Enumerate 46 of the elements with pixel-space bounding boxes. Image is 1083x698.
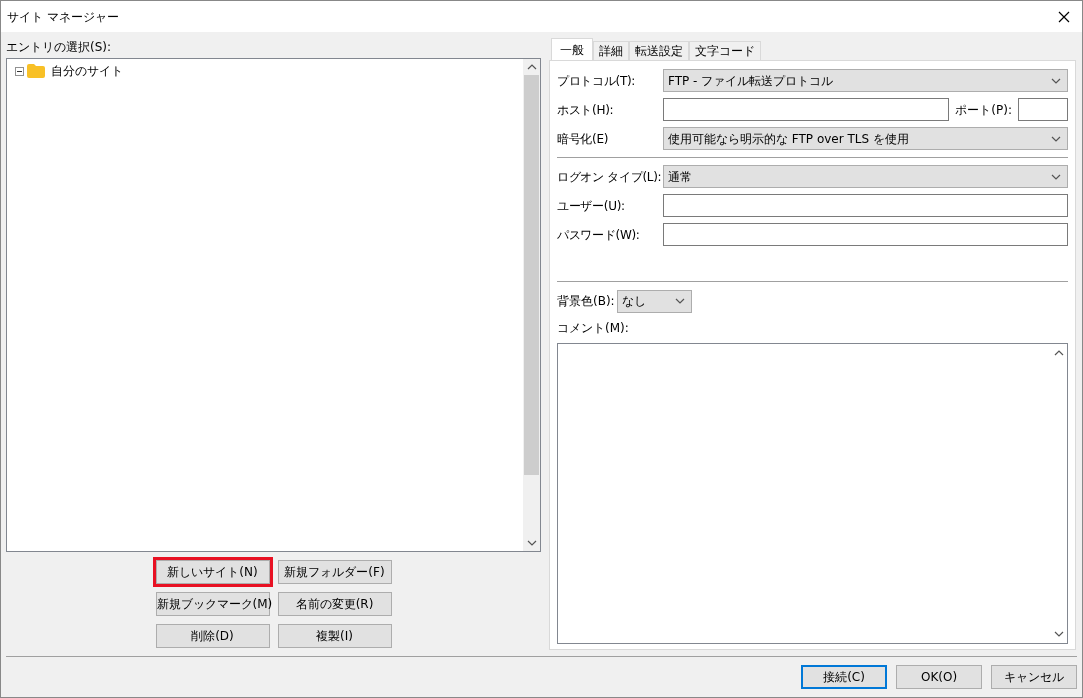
field-label: パスワード(W):	[557, 226, 641, 244]
field-label: ログオン タイプ(L):	[557, 168, 663, 186]
action-button[interactable]: 新しいサイト(N)	[155, 560, 270, 584]
field-label: プロトコル(T):	[557, 72, 637, 90]
chevron-down-icon	[1051, 77, 1061, 84]
protocol-select[interactable]: FTP - ファイル転送プロトコル	[663, 69, 1068, 92]
port-field[interactable]	[1018, 98, 1068, 121]
host-field[interactable]	[663, 98, 950, 121]
tab[interactable]: 転送設定	[629, 41, 689, 60]
chevron-down-icon	[1051, 173, 1061, 180]
chevron-down-icon	[674, 298, 685, 304]
tab[interactable]: 一般	[551, 38, 593, 60]
dialog-button[interactable]: OK(O)	[896, 665, 982, 689]
field-label: ホスト(H):	[557, 101, 615, 119]
chevron-down-icon	[1053, 631, 1064, 637]
window-title: サイト マネージャー	[7, 8, 119, 26]
close-icon[interactable]	[1058, 10, 1070, 23]
entries-label: エントリの選択(S):	[6, 39, 113, 56]
comment-field[interactable]	[557, 343, 1068, 644]
encryption-select[interactable]: 使用可能なら明示的な FTP over TLS を使用	[663, 127, 1068, 150]
scrollbar[interactable]	[523, 59, 540, 551]
dialog-button[interactable]: 接続(C)	[801, 665, 887, 689]
action-button[interactable]: 新規フォルダー(F)	[277, 560, 392, 584]
field-label: コメント(M):	[557, 320, 630, 337]
logon-type-select[interactable]: 通常	[663, 165, 1068, 188]
password-field[interactable]	[663, 223, 1068, 246]
field-label: 背景色(B):	[557, 293, 615, 310]
chevron-up-icon	[1053, 350, 1064, 356]
chevron-down-icon	[526, 540, 537, 546]
tree-item[interactable]: 自分のサイト	[15, 62, 123, 80]
folder-icon	[27, 64, 45, 78]
chevron-down-icon	[1051, 135, 1061, 142]
field-label: ユーザー(U):	[557, 197, 626, 215]
user-field[interactable]	[663, 194, 1068, 217]
tab[interactable]: 詳細	[593, 41, 629, 60]
field-label: 暗号化(E)	[557, 130, 610, 148]
action-button[interactable]: 新規ブックマーク(M)	[155, 592, 270, 616]
tab[interactable]: 文字コード	[689, 41, 761, 60]
action-button[interactable]: 名前の変更(R)	[277, 592, 392, 616]
collapse-icon[interactable]	[15, 66, 24, 76]
dialog-button[interactable]: キャンセル	[991, 665, 1077, 689]
chevron-up-icon	[526, 64, 537, 70]
background-color-select[interactable]: なし	[616, 289, 692, 313]
field-label: ポート(P):	[955, 101, 1012, 119]
action-button[interactable]: 削除(D)	[155, 624, 270, 648]
action-button[interactable]: 複製(I)	[277, 624, 392, 648]
